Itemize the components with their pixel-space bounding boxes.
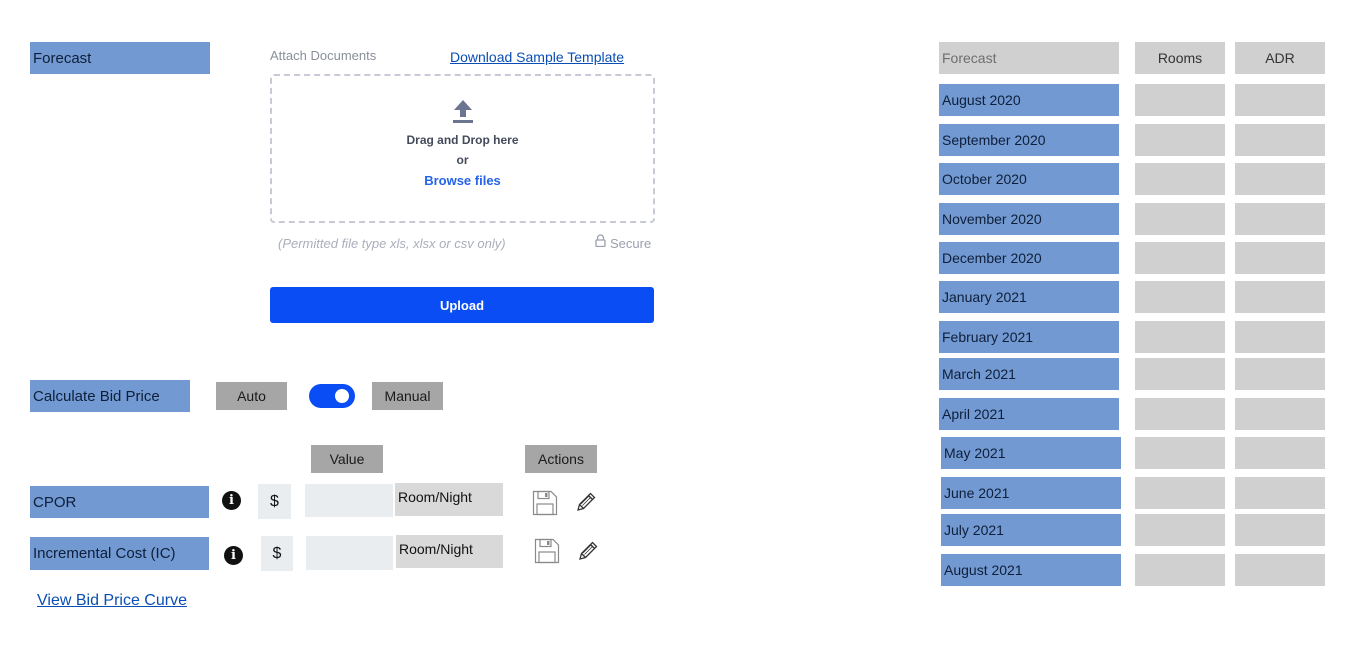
rooms-cell[interactable] xyxy=(1135,477,1225,509)
cpor-value-input[interactable] xyxy=(305,484,393,517)
value-column-header: Value xyxy=(311,445,383,473)
edit-pencil-icon[interactable] xyxy=(575,491,597,518)
forecast-month-label: September 2020 xyxy=(939,124,1119,156)
rooms-column-header: Rooms xyxy=(1135,42,1225,74)
ic-currency: $ xyxy=(261,536,293,571)
or-text: or xyxy=(456,153,469,167)
forecast-month-label: January 2021 xyxy=(939,281,1119,313)
file-dropzone[interactable]: Drag and Drop here or Browse files xyxy=(270,74,655,223)
ic-value-input[interactable] xyxy=(306,536,393,570)
save-icon[interactable] xyxy=(534,538,560,569)
rooms-cell[interactable] xyxy=(1135,554,1225,586)
adr-cell[interactable] xyxy=(1235,124,1325,156)
adr-cell[interactable] xyxy=(1235,398,1325,430)
adr-cell[interactable] xyxy=(1235,321,1325,353)
adr-cell[interactable] xyxy=(1235,163,1325,195)
adr-cell[interactable] xyxy=(1235,554,1325,586)
adr-cell[interactable] xyxy=(1235,437,1325,469)
incremental-cost-label: Incremental Cost (IC) xyxy=(30,537,209,570)
adr-cell[interactable] xyxy=(1235,281,1325,313)
lock-icon xyxy=(595,234,606,252)
forecast-month-label: July 2021 xyxy=(941,514,1121,546)
adr-cell[interactable] xyxy=(1235,84,1325,116)
ic-unit: Room/Night xyxy=(396,535,503,568)
forecast-label: Forecast xyxy=(30,42,210,74)
download-sample-template-link[interactable]: Download Sample Template xyxy=(450,49,624,65)
rooms-cell[interactable] xyxy=(1135,514,1225,546)
forecast-month-label: August 2021 xyxy=(941,554,1121,586)
adr-cell[interactable] xyxy=(1235,477,1325,509)
auto-option[interactable]: Auto xyxy=(216,382,287,410)
rooms-cell[interactable] xyxy=(1135,281,1225,313)
forecast-month-label: October 2020 xyxy=(939,163,1119,195)
forecast-month-label: March 2021 xyxy=(939,358,1119,390)
edit-pencil-icon[interactable] xyxy=(577,540,599,567)
permitted-file-types-text: (Permitted file type xls, xlsx or csv on… xyxy=(278,236,506,251)
upload-arrow-icon xyxy=(452,98,474,129)
adr-cell[interactable] xyxy=(1235,358,1325,390)
info-icon[interactable]: i xyxy=(224,546,243,565)
cpor-unit: Room/Night xyxy=(395,483,503,516)
forecast-month-label: November 2020 xyxy=(939,203,1119,235)
secure-indicator: Secure xyxy=(595,234,651,252)
attach-documents-title: Attach Documents xyxy=(270,48,377,63)
save-icon[interactable] xyxy=(532,490,558,521)
rooms-cell[interactable] xyxy=(1135,84,1225,116)
actions-column-header: Actions xyxy=(525,445,597,473)
forecast-month-label: May 2021 xyxy=(941,437,1121,469)
forecast-month-label: June 2021 xyxy=(941,477,1121,509)
rooms-cell[interactable] xyxy=(1135,437,1225,469)
rooms-cell[interactable] xyxy=(1135,398,1225,430)
drag-drop-text: Drag and Drop here xyxy=(406,133,519,147)
forecast-month-label: February 2021 xyxy=(939,321,1119,353)
adr-column-header: ADR xyxy=(1235,42,1325,74)
adr-cell[interactable] xyxy=(1235,514,1325,546)
forecast-month-label: December 2020 xyxy=(939,242,1119,274)
toggle-knob xyxy=(335,389,349,403)
forecast-month-label: April 2021 xyxy=(939,398,1119,430)
view-bid-price-curve-link[interactable]: View Bid Price Curve xyxy=(37,592,187,610)
forecast-table-header: Forecast xyxy=(939,42,1119,74)
secure-text: Secure xyxy=(610,235,652,251)
upload-button[interactable]: Upload xyxy=(270,287,654,323)
adr-cell[interactable] xyxy=(1235,203,1325,235)
cpor-label: CPOR xyxy=(30,486,209,518)
rooms-cell[interactable] xyxy=(1135,242,1225,274)
info-icon[interactable]: i xyxy=(222,491,241,510)
browse-files-link[interactable]: Browse files xyxy=(424,173,501,188)
cpor-currency: $ xyxy=(258,484,291,519)
auto-manual-toggle[interactable] xyxy=(309,384,355,408)
rooms-cell[interactable] xyxy=(1135,321,1225,353)
rooms-cell[interactable] xyxy=(1135,124,1225,156)
forecast-month-label: August 2020 xyxy=(939,84,1119,116)
manual-option[interactable]: Manual xyxy=(372,382,443,410)
rooms-cell[interactable] xyxy=(1135,163,1225,195)
rooms-cell[interactable] xyxy=(1135,358,1225,390)
rooms-cell[interactable] xyxy=(1135,203,1225,235)
calculate-bid-price-label: Calculate Bid Price xyxy=(30,380,190,412)
adr-cell[interactable] xyxy=(1235,242,1325,274)
